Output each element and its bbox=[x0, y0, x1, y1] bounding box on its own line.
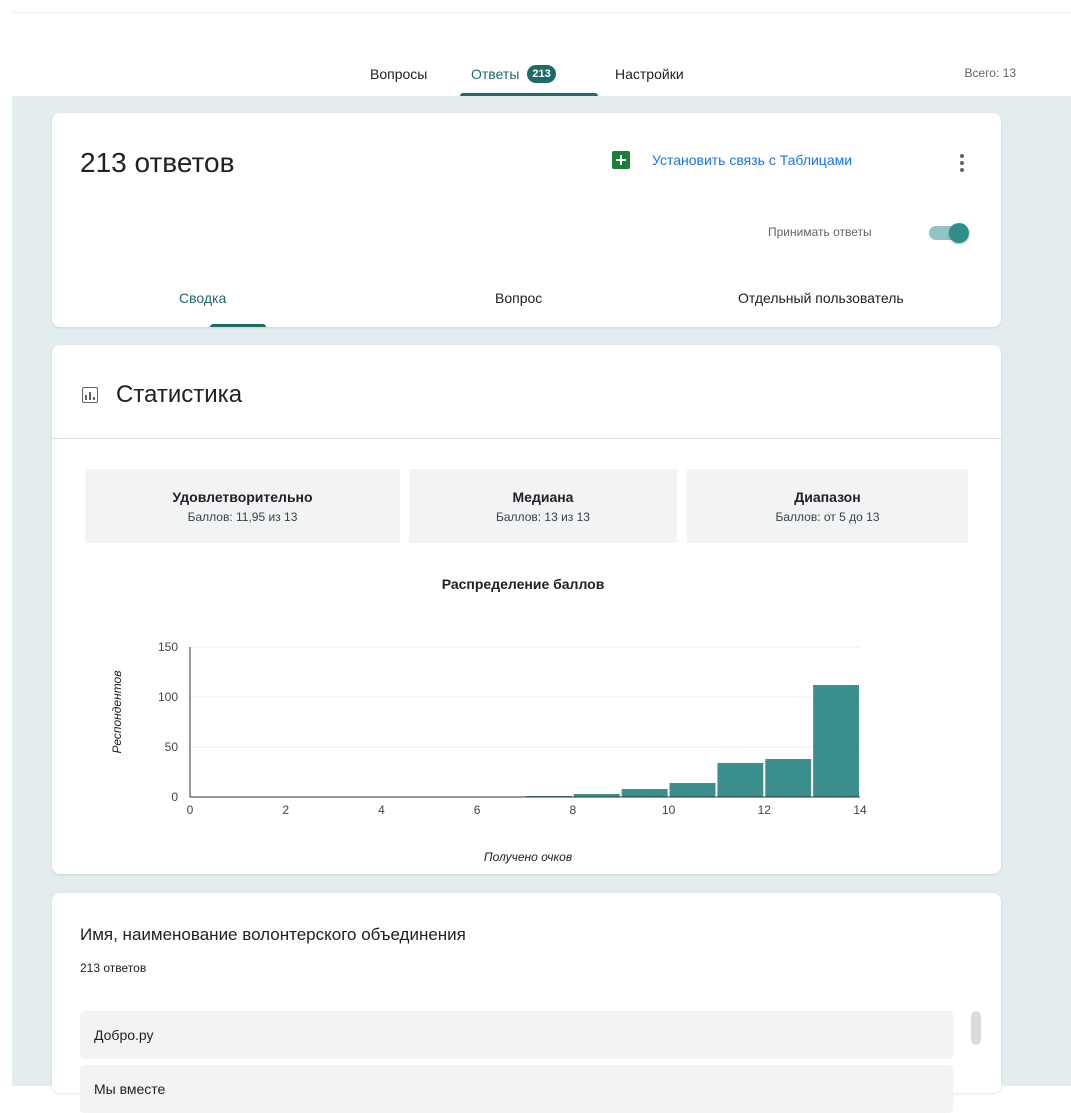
histogram-bar bbox=[669, 783, 716, 797]
sheets-icon bbox=[612, 151, 630, 169]
link-sheets-label: Установить связь с Таблицами bbox=[652, 152, 853, 168]
answer-item: Мы вместе bbox=[80, 1065, 953, 1113]
responses-title: 213 ответов bbox=[80, 147, 235, 178]
histogram-bar bbox=[765, 759, 812, 797]
tab-questions[interactable]: Вопросы bbox=[370, 64, 427, 84]
statistics-title: Статистика bbox=[116, 381, 243, 408]
stat-average-title: Удовлетворительно bbox=[172, 489, 313, 505]
y-axis-label: Респондентов bbox=[110, 671, 124, 754]
list-scrollbar[interactable] bbox=[971, 1011, 981, 1045]
question-card: Имя, наименование волонтерского объедине… bbox=[52, 893, 1001, 1113]
x-tick-label: 12 bbox=[758, 803, 772, 817]
more-options-icon[interactable] bbox=[952, 151, 972, 175]
histogram-bar bbox=[621, 789, 668, 797]
x-tick-label: 6 bbox=[474, 803, 481, 817]
stat-range: Диапазон Баллов: от 5 до 13 bbox=[687, 469, 968, 543]
link-sheets-button[interactable]: Установить связь с Таблицами bbox=[612, 151, 852, 169]
x-tick-label: 8 bbox=[570, 803, 577, 817]
chart-title: Распределение баллов bbox=[442, 576, 605, 592]
statistics-header: Статистика bbox=[82, 381, 242, 409]
answer-text: Добро.ру bbox=[94, 1027, 154, 1043]
x-tick-label: 0 bbox=[187, 803, 194, 817]
tab-settings-label: Настройки bbox=[615, 66, 684, 82]
top-tabs: Вопросы Ответы 213 Настройки bbox=[0, 64, 1071, 98]
responses-header-card: 213 ответов Установить связь с Таблицами… bbox=[52, 113, 1001, 327]
tab-responses-label: Ответы bbox=[471, 66, 520, 82]
active-subtab-indicator bbox=[210, 324, 266, 327]
histogram-bar bbox=[813, 685, 859, 797]
total-points: Всего: 13 bbox=[964, 66, 1016, 80]
divider bbox=[52, 438, 1001, 439]
x-tick-label: 4 bbox=[378, 803, 385, 817]
subtab-question[interactable]: Вопрос bbox=[495, 290, 542, 306]
answer-text: Мы вместе bbox=[94, 1081, 166, 1097]
y-tick-label: 150 bbox=[158, 640, 178, 654]
active-tab-indicator bbox=[460, 93, 598, 96]
y-tick-label: 100 bbox=[158, 690, 178, 704]
bar-chart-icon bbox=[82, 387, 98, 403]
accept-responses-toggle[interactable] bbox=[927, 223, 971, 243]
subtab-summary[interactable]: Сводка bbox=[179, 290, 226, 306]
x-tick-label: 2 bbox=[282, 803, 289, 817]
histogram-bar bbox=[717, 763, 764, 797]
x-tick-label: 14 bbox=[853, 803, 867, 817]
stat-median: Медиана Баллов: 13 из 13 bbox=[409, 469, 677, 543]
question-response-count: 213 ответов bbox=[80, 961, 147, 975]
tab-questions-label: Вопросы bbox=[370, 66, 428, 82]
x-tick-label: 10 bbox=[662, 803, 676, 817]
question-title: Имя, наименование волонтерского объедине… bbox=[80, 925, 466, 944]
subtab-individual[interactable]: Отдельный пользователь bbox=[738, 290, 904, 306]
answer-item: Добро.ру bbox=[80, 1011, 953, 1059]
statistics-card: Статистика Удовлетворительно Баллов: 11,… bbox=[52, 345, 1001, 874]
stat-range-title: Диапазон bbox=[794, 489, 861, 505]
stat-median-title: Медиана bbox=[512, 489, 574, 505]
tab-responses[interactable]: Ответы 213 bbox=[471, 64, 556, 84]
y-tick-label: 50 bbox=[165, 740, 179, 754]
stat-average: Удовлетворительно Баллов: 11,95 из 13 bbox=[85, 469, 400, 543]
responses-count-badge: 213 bbox=[527, 65, 556, 83]
y-tick-label: 0 bbox=[171, 790, 178, 804]
x-axis-label: Получено очков bbox=[484, 850, 572, 864]
stat-range-value: Баллов: от 5 до 13 bbox=[775, 510, 880, 524]
stat-median-value: Баллов: 13 из 13 bbox=[496, 510, 590, 524]
score-distribution-chart: Распределение баллов 0 50 100 150 0 2 4 6 8 10 12 1… bbox=[110, 576, 867, 864]
tab-settings[interactable]: Настройки bbox=[615, 64, 684, 84]
accept-responses-label: Принимать ответы bbox=[768, 225, 872, 239]
stat-average-value: Баллов: 11,95 из 13 bbox=[187, 510, 298, 524]
